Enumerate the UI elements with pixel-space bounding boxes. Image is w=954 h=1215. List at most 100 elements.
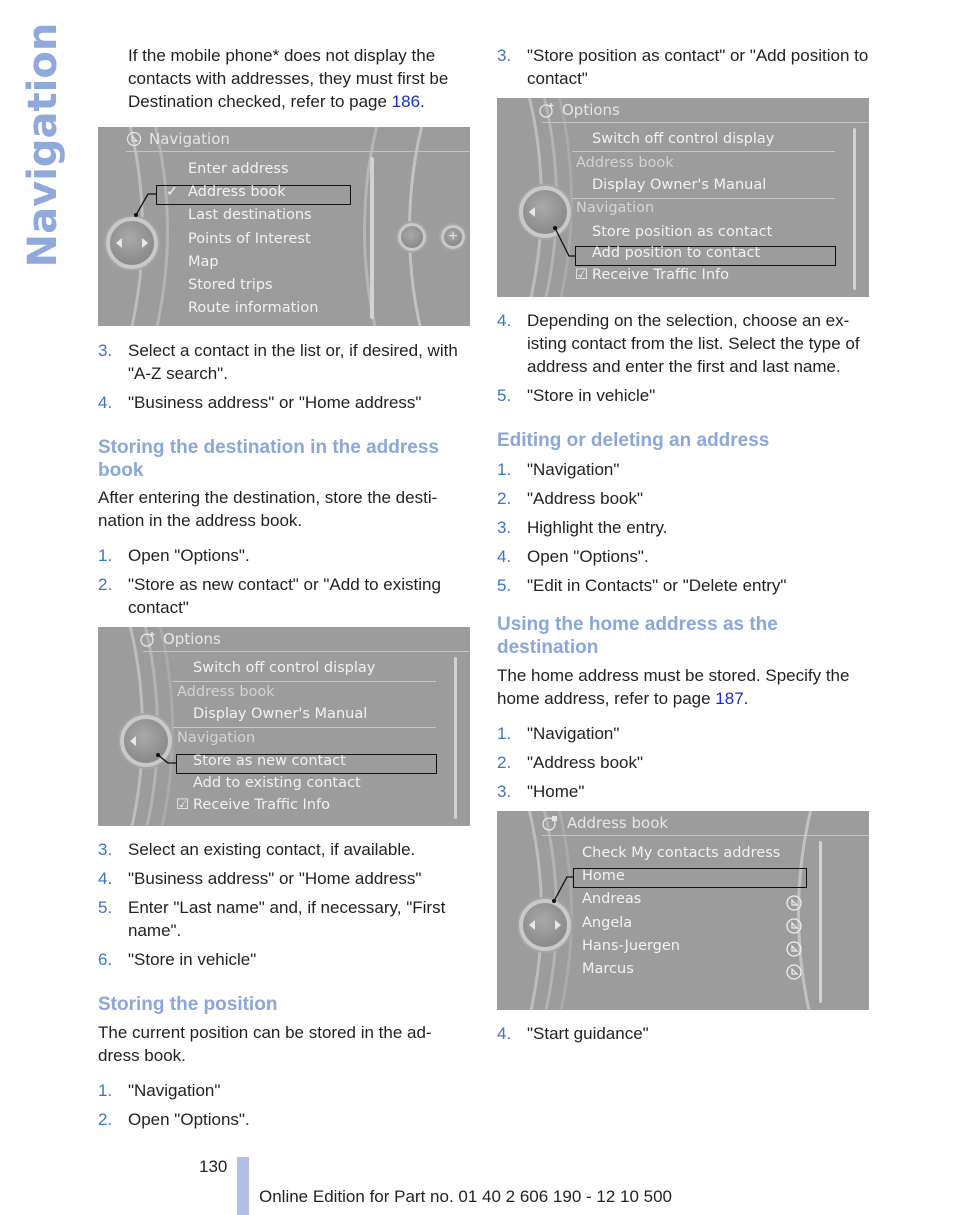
- step-text: "Address book": [527, 753, 644, 772]
- steps-list: 3. "Store position as contact" or "Add po…: [497, 44, 869, 90]
- step-text: "Business address" or "Home address": [128, 393, 422, 412]
- page-link-186[interactable]: 186: [392, 92, 420, 111]
- step-number: 4.: [98, 869, 113, 888]
- chapter-side-tab: Navigation: [20, 23, 66, 268]
- step-number: 5.: [497, 386, 512, 405]
- step-number: 1.: [497, 460, 512, 479]
- step-text: "Store in vehicle": [527, 386, 656, 405]
- step-item: 1. "Navigation": [497, 722, 869, 745]
- step-text: "Business address" or "Home address": [128, 869, 422, 888]
- callout-line: [156, 753, 176, 764]
- callout-line: [553, 226, 575, 257]
- step-number: 3.: [98, 840, 113, 859]
- screenshot-options-menu: Options Switch off control display Addre…: [98, 627, 470, 826]
- step-text: Open "Options".: [128, 546, 250, 565]
- step-item: 3. "Store position as contact" or "Add po…: [497, 44, 869, 90]
- step-number: 4.: [497, 1024, 512, 1043]
- callout-line: [134, 193, 156, 217]
- step-item: 2. "Store as new contact" or "Add to exis…: [98, 573, 470, 619]
- steps-list: 3. Select an existing contact, if availab…: [98, 838, 470, 971]
- section-body: The home address must be stored. Specify…: [497, 664, 869, 710]
- step-number: 3.: [98, 341, 113, 360]
- step-number: 4.: [497, 547, 512, 566]
- steps-list: 1. Open "Options". 2. "Store as new contac…: [98, 544, 470, 619]
- step-text: "Store position as contact" or "Add posi…: [527, 46, 869, 88]
- step-number: 2.: [98, 575, 113, 594]
- step-text: Open "Options".: [128, 1110, 250, 1129]
- step-text: Open "Options".: [527, 547, 649, 566]
- step-number: 4.: [497, 311, 512, 330]
- step-number: 5.: [98, 898, 113, 917]
- body-period: .: [743, 689, 749, 708]
- step-item: 1. "Navigation": [497, 458, 869, 481]
- step-number: 1.: [98, 1081, 113, 1100]
- page-number: 130: [199, 1157, 228, 1176]
- steps-list: 1. "Navigation" 2. "Address book" 3. "Home": [497, 722, 869, 803]
- intro-period: .: [420, 92, 425, 111]
- step-text: Enter "Last name" and, if necessary, "Fi…: [128, 898, 446, 940]
- screenshot-navigation-menu: Navigation Enter address ✓ Address book …: [98, 127, 470, 326]
- step-number: 3.: [497, 518, 512, 537]
- step-item: 4. "Business address" or "Home address": [98, 867, 470, 890]
- step-item: 3. Select an existing contact, if availab…: [98, 838, 470, 861]
- screenshot-options-position: Options Switch off control display Addre…: [497, 98, 869, 297]
- section-heading: Using the home address as the destinatio…: [497, 614, 778, 658]
- edition-note: Online Edition for Part no. 01 40 2 606 …: [259, 1187, 673, 1206]
- step-item: 4. Open "Options".: [497, 545, 869, 568]
- step-number: 2.: [497, 489, 512, 508]
- step-text: Depending on the selection, choose an ex…: [527, 311, 860, 376]
- left-column: If the mobile phone* does not display th…: [98, 44, 470, 1137]
- step-item: 6. "Store in vehicle": [98, 948, 470, 971]
- step-text: "Address book": [527, 489, 644, 508]
- step-item: 5. "Store in vehicle": [497, 384, 869, 407]
- step-number: 6.: [98, 950, 113, 969]
- step-text: Select a contact in the list or, if desi…: [128, 341, 458, 383]
- step-text: "Navigation": [527, 460, 620, 479]
- step-item: 1. Open "Options".: [98, 544, 470, 567]
- step-number: 2.: [497, 753, 512, 772]
- step-item: 2. Open "Options".: [98, 1108, 470, 1131]
- step-text: Highlight the entry.: [527, 518, 668, 537]
- step-number: 3.: [497, 782, 512, 801]
- steps-list: 4. Depending on the selection, choose an …: [497, 309, 869, 407]
- step-item: 5. "Edit in Contacts" or "Delete entry": [497, 574, 869, 597]
- section-heading: Storing the destination in the address b…: [98, 437, 439, 481]
- step-item: 4. "Start guidance": [497, 1022, 869, 1045]
- section-body: The current position can be stored in th…: [98, 1023, 432, 1065]
- right-column: 3. "Store position as contact" or "Add po…: [497, 44, 869, 1051]
- intro-paragraph: If the mobile phone* does not display th…: [98, 44, 470, 113]
- step-item: 3. "Home": [497, 780, 869, 803]
- steps-list: 3. Select a contact in the list or, if de…: [98, 339, 470, 414]
- step-text: "Store in vehicle": [128, 950, 257, 969]
- step-text: "Home": [527, 782, 585, 801]
- step-text: "Navigation": [128, 1081, 221, 1100]
- step-number: 3.: [497, 46, 512, 65]
- steps-list: 1. "Navigation" 2. "Address book" 3. Highli…: [497, 458, 869, 597]
- step-number: 4.: [98, 393, 113, 412]
- step-text: "Navigation": [527, 724, 620, 743]
- step-item: 3. Select a contact in the list or, if de…: [98, 339, 470, 385]
- step-text: Select an existing contact, if available…: [128, 840, 416, 859]
- step-number: 2.: [98, 1110, 113, 1129]
- step-number: 1.: [98, 546, 113, 565]
- step-item: 4. "Business address" or "Home address": [98, 391, 470, 414]
- footer-accent-bar: [237, 1157, 249, 1215]
- steps-list: 1. "Navigation" 2. Open "Options".: [98, 1079, 470, 1131]
- step-text: "Store as new contact" or "Add to existi…: [128, 575, 441, 617]
- step-item: 1. "Navigation": [98, 1079, 470, 1102]
- step-item: 3. Highlight the entry.: [497, 516, 869, 539]
- step-item: 5. Enter "Last name" and, if necessary, "…: [98, 896, 470, 942]
- step-item: 4. Depending on the selection, choose an …: [497, 309, 869, 378]
- step-item: 2. "Address book": [497, 751, 869, 774]
- page-link-187[interactable]: 187: [715, 689, 743, 708]
- callout-line: [552, 876, 573, 903]
- step-number: 5.: [497, 576, 512, 595]
- chapter-side-tab-label: Navigation: [20, 22, 66, 268]
- section-heading: Storing the position: [98, 994, 278, 1015]
- step-item: 2. "Address book": [497, 487, 869, 510]
- screenshot-address-book: Address book Check My contacts address H…: [497, 811, 869, 1010]
- section-heading: Editing or deleting an address: [497, 430, 770, 451]
- body-text: The home address must be stored. Specify…: [497, 666, 850, 708]
- section-body: After entering the destination, store th…: [98, 488, 438, 530]
- step-text: "Start guidance": [527, 1024, 649, 1043]
